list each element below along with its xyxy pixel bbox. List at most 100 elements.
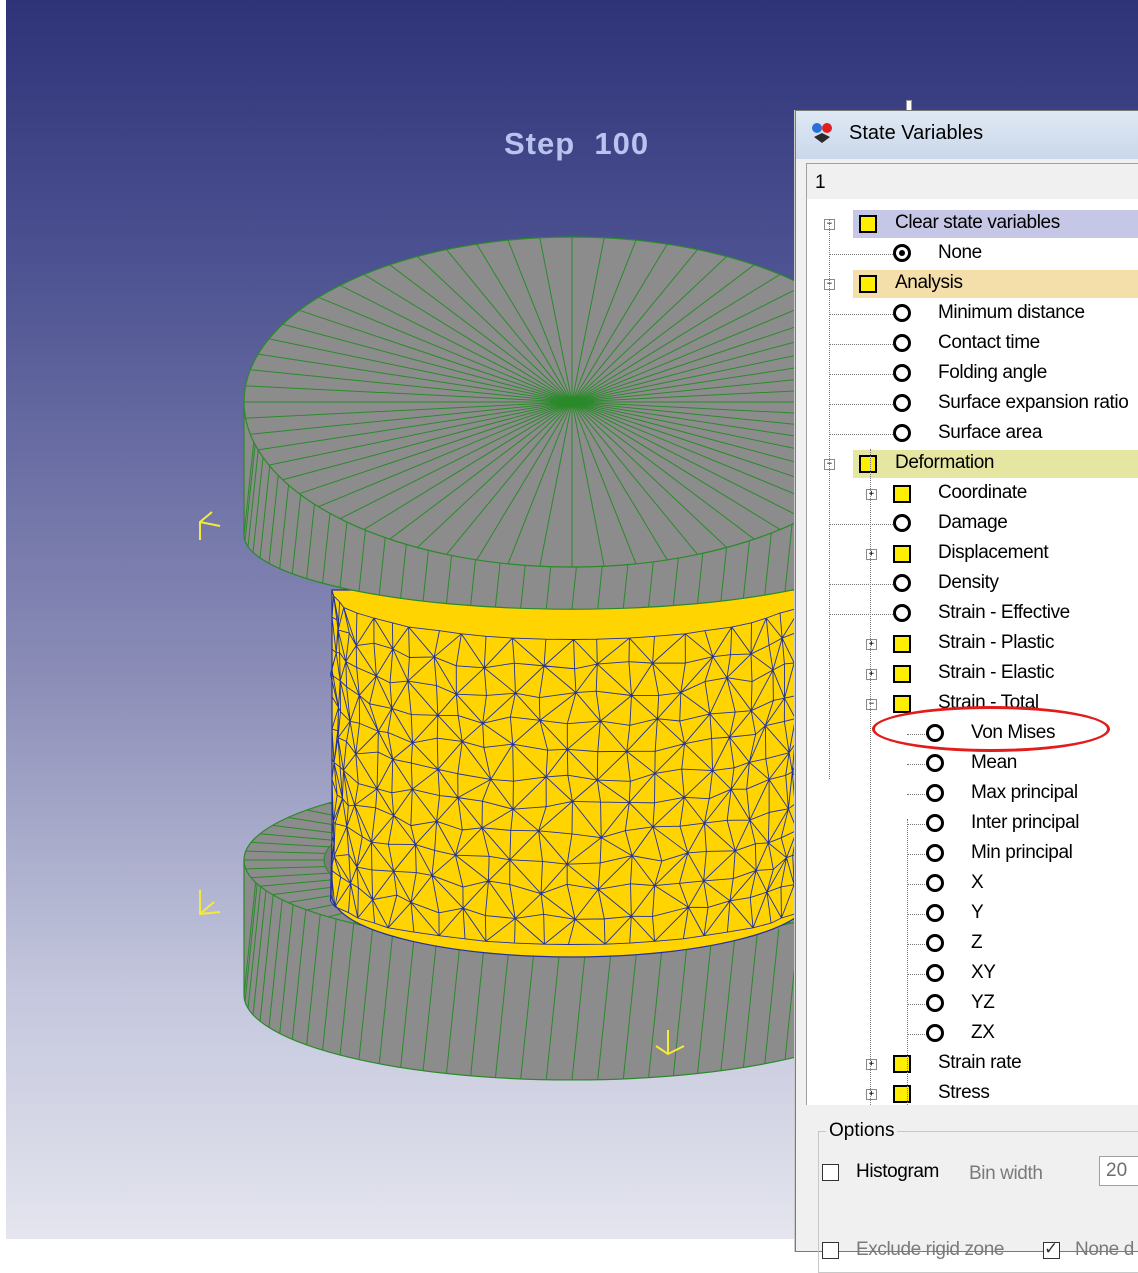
radio-icon[interactable]	[893, 574, 911, 592]
expand-icon[interactable]: +	[866, 669, 877, 680]
radio-icon[interactable]	[893, 514, 911, 532]
tree-item-x[interactable]: X	[807, 869, 1138, 899]
radio-icon[interactable]	[926, 784, 944, 802]
tree-category[interactable]: − Analysis	[807, 269, 1138, 299]
tree-connector	[829, 254, 893, 255]
collapse-icon[interactable]: −	[866, 699, 877, 710]
bin-width-label: Bin width	[969, 1163, 1043, 1184]
tree-category[interactable]: − Deformation	[807, 449, 1138, 479]
expand-icon[interactable]: +	[866, 1059, 877, 1070]
tree-item-max-principal[interactable]: Max principal	[807, 779, 1138, 809]
radio-icon[interactable]	[926, 904, 944, 922]
tree-connector	[829, 374, 893, 375]
item-label: Density	[938, 572, 999, 593]
radio-icon[interactable]	[926, 874, 944, 892]
tree-item-mean[interactable]: Mean	[807, 749, 1138, 779]
group-square-icon	[893, 695, 911, 713]
tree-connector	[829, 344, 893, 345]
none-checkbox[interactable]	[1043, 1239, 1060, 1259]
group-square-icon	[893, 1055, 911, 1073]
tree-item-surface-expansion-ratio[interactable]: Surface expansion ratio	[807, 389, 1138, 419]
category-square-icon	[859, 455, 877, 473]
exclude-rigid-zone-checkbox[interactable]	[822, 1242, 839, 1259]
tree-item-inter-principal[interactable]: Inter principal	[807, 809, 1138, 839]
item-label: Strain - Effective	[938, 602, 1070, 623]
group-label: Strain - Plastic	[938, 632, 1055, 653]
item-label: Surface expansion ratio	[938, 392, 1129, 413]
radio-icon[interactable]	[893, 424, 911, 442]
radio-icon[interactable]	[926, 994, 944, 1012]
tree-group-strain-rate[interactable]: + Strain rate	[807, 1049, 1138, 1079]
dialog-titlebar[interactable]: State Variables	[796, 111, 1138, 159]
app-icon	[812, 123, 832, 143]
tree-item-minimum-distance[interactable]: Minimum distance	[807, 299, 1138, 329]
radio-icon[interactable]	[926, 844, 944, 862]
axis-marker	[199, 890, 221, 916]
radio-icon[interactable]	[893, 334, 911, 352]
top-die-center	[558, 397, 586, 407]
tab-label[interactable]: 1	[815, 172, 826, 194]
radio-icon[interactable]	[926, 934, 944, 952]
state-variable-tree[interactable]: − Clear state variables None − Analysis Minim…	[806, 199, 1138, 1105]
von-mises-highlight-ellipse	[872, 706, 1110, 752]
expand-icon[interactable]: +	[866, 549, 877, 560]
tree-group-coordinate[interactable]: + Coordinate	[807, 479, 1138, 509]
item-label: Folding angle	[938, 362, 1047, 383]
expand-icon[interactable]: +	[866, 489, 877, 500]
group-square-icon	[893, 545, 911, 563]
tree-group-strain-elastic[interactable]: + Strain - Elastic	[807, 659, 1138, 689]
tree-item-damage[interactable]: Damage	[807, 509, 1138, 539]
radio-icon[interactable]	[926, 814, 944, 832]
tree-connector	[907, 944, 927, 945]
radio-icon[interactable]	[893, 304, 911, 322]
tree-item-none[interactable]: None	[807, 239, 1138, 269]
tree-connector	[907, 974, 927, 975]
category-label: Deformation	[895, 452, 995, 473]
tree-item-zx[interactable]: ZX	[807, 1019, 1138, 1049]
tree-item-xy[interactable]: XY	[807, 959, 1138, 989]
item-label: YZ	[971, 992, 995, 1013]
expand-icon[interactable]: +	[866, 639, 877, 650]
tree-item-min-principal[interactable]: Min principal	[807, 839, 1138, 869]
item-label: Y	[971, 902, 984, 923]
tree-item-y[interactable]: Y	[807, 899, 1138, 929]
tree-item-z[interactable]: Z	[807, 929, 1138, 959]
tree-item-density[interactable]: Density	[807, 569, 1138, 599]
radio-selected-icon[interactable]	[893, 244, 911, 262]
tree-item-strain-effective[interactable]: Strain - Effective	[807, 599, 1138, 629]
tree-item-contact-time[interactable]: Contact time	[807, 329, 1138, 359]
tree-guide	[907, 819, 908, 1105]
group-square-icon	[893, 485, 911, 503]
category-label: Clear state variables	[895, 212, 1060, 233]
tree-item-yz[interactable]: YZ	[807, 989, 1138, 1019]
radio-icon[interactable]	[893, 364, 911, 382]
item-label: None	[938, 242, 982, 263]
tree-group-displacement[interactable]: + Displacement	[807, 539, 1138, 569]
tree-item-folding-angle[interactable]: Folding angle	[807, 359, 1138, 389]
radio-icon[interactable]	[926, 754, 944, 772]
category-square-icon	[859, 215, 877, 233]
tree-connector	[907, 1004, 927, 1005]
expand-icon[interactable]: +	[866, 1089, 877, 1100]
group-label: Coordinate	[938, 482, 1027, 503]
histogram-checkbox[interactable]	[822, 1164, 839, 1181]
tab-strip[interactable]	[806, 163, 1138, 200]
radio-icon[interactable]	[926, 964, 944, 982]
tree-category[interactable]: − Clear state variables	[807, 209, 1138, 239]
tree-connector	[907, 1034, 927, 1035]
radio-icon[interactable]	[893, 604, 911, 622]
group-square-icon	[893, 1085, 911, 1103]
radio-icon[interactable]	[926, 1024, 944, 1042]
tree-group-strain-plastic[interactable]: + Strain - Plastic	[807, 629, 1138, 659]
tree-group-stress[interactable]: + Stress	[807, 1079, 1138, 1105]
radio-icon[interactable]	[893, 394, 911, 412]
tree-connector	[907, 794, 927, 795]
tree-item-surface-area[interactable]: Surface area	[807, 419, 1138, 449]
item-label: Mean	[971, 752, 1017, 773]
tree-connector	[907, 884, 927, 885]
bin-width-input[interactable]: 20	[1099, 1156, 1138, 1186]
item-label: X	[971, 872, 984, 893]
tree-connector	[829, 314, 893, 315]
group-square-icon	[893, 635, 911, 653]
axis-marker	[199, 511, 221, 540]
